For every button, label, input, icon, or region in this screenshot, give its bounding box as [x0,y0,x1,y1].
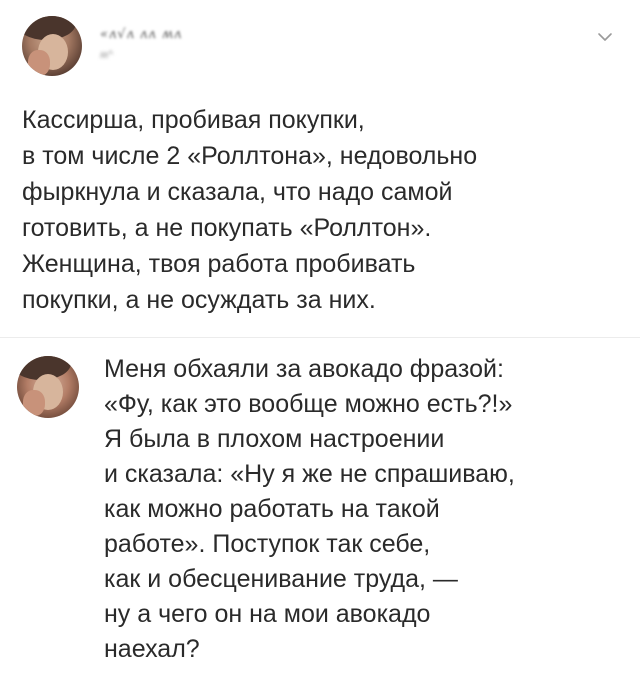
reply-text-line: ну а чего он на мои авокадо [104,600,431,628]
reply-author-avatar[interactable] [17,356,79,418]
divider [0,337,640,338]
tweet-text-line: фыркнула и сказала, что надо самой [22,178,453,206]
tweet-text-line: Кассирша, пробивая покупки, [22,106,365,134]
chevron-down-icon[interactable] [596,28,614,46]
reply-text-line: «Фу, как это вообще можно есть?!» [104,390,513,418]
tweet-text-line: готовить, а не покупать «Роллтон». [22,214,432,242]
reply-text-line: Я была в плохом настроении [104,425,445,453]
avatar-hand [28,50,50,76]
author-avatar[interactable] [22,16,82,76]
reply-text-line: как можно работать на такой [104,495,440,523]
avatar-hand [23,390,45,416]
reply-text-line: как и обесценивание труда, — [104,565,458,593]
author-handle-blurred[interactable]: ʍ^ [100,49,160,63]
tweet-post: «ʌ√ʌ ʌʌ ʍʌ ʍ^ Кассирша, пробивая покупки… [0,0,640,336]
tweet-text-line: Женщина, твоя работа пробивать [22,250,416,278]
reply-text-line: Меня обхаяли за авокадо фразой: [104,355,504,383]
tweet-text: Кассирша, пробивая покупки, в том числе … [22,102,622,318]
reply-text: Меня обхаяли за авокадо фразой: «Фу, как… [104,352,624,667]
tweet-text-line: в том числе 2 «Роллтона», недовольно [22,142,478,170]
tweet-text-line: покупки, а не осуждать за них. [22,286,376,314]
reply-text-line: наехал? [104,635,200,663]
reply-text-line: и сказала: «Ну я же не спрашиваю, [104,460,515,488]
reply-text-line: работе». Поступок так себе, [104,530,431,558]
author-name-blurred[interactable]: «ʌ√ʌ ʌʌ ʍʌ [100,27,258,43]
